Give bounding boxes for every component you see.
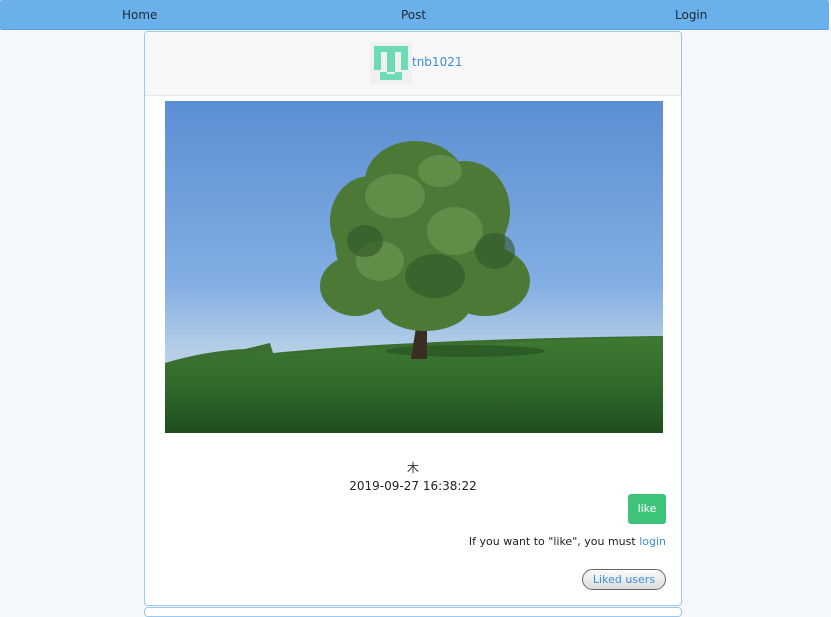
post-card-header: tnb1021 (145, 32, 681, 96)
user-avatar[interactable] (370, 42, 412, 84)
post-card: tnb1021 木 2019-09-27 16:38:22 like If yo… (144, 31, 682, 606)
top-navbar: Home Post Login (0, 0, 829, 30)
liked-users-button[interactable]: Liked users (582, 569, 666, 590)
post-timestamp: 2019-09-27 16:38:22 (349, 479, 477, 493)
login-link[interactable]: login (639, 535, 666, 548)
nav-home-link[interactable]: Home (122, 0, 157, 29)
username-link[interactable]: tnb1021 (412, 55, 462, 69)
like-button[interactable]: like (628, 494, 666, 524)
post-caption: 木 (406, 461, 419, 475)
login-prompt: If you want to "like", you must login (469, 535, 666, 548)
tree-landscape-image (165, 101, 663, 433)
next-post-card (144, 607, 682, 617)
identicon-image (374, 46, 408, 80)
nav-login-link[interactable]: Login (675, 0, 707, 29)
login-prompt-text: If you want to "like", you must (468, 535, 636, 548)
nav-post-link[interactable]: Post (401, 0, 426, 29)
post-photo (165, 101, 663, 433)
